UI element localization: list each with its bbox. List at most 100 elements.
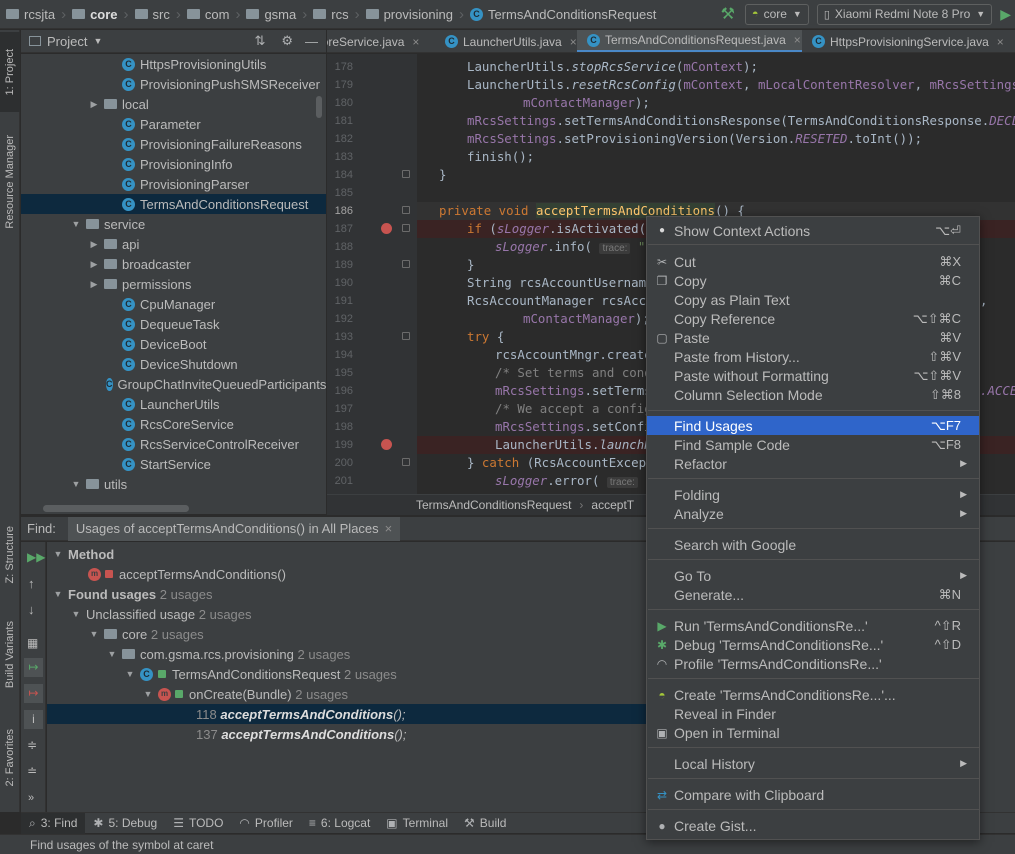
group-icon[interactable]: ▦ (27, 636, 38, 650)
menu-item-column-selection-mode[interactable]: Column Selection Mode ⇧⌘8 (647, 385, 979, 404)
menu-item-reveal-in-finder[interactable]: Reveal in Finder (647, 704, 979, 723)
fold-marker-icon[interactable] (402, 206, 410, 214)
menu-item-find-sample-code[interactable]: Find Sample Code ⌥F8 (647, 435, 979, 454)
usage-118[interactable]: 118 acceptTermsAndConditions (); (196, 704, 406, 724)
logcat-tool-button[interactable]: ≡ 6: Logcat (301, 813, 378, 834)
crumb-gsma[interactable]: gsma › (246, 0, 313, 29)
menu-item-local-history[interactable]: Local History ▶ (647, 754, 979, 773)
tree-item-provisioningparser[interactable]: C ProvisioningParser (21, 174, 326, 194)
tree-item-broadcaster[interactable]: ▶ broadcaster (21, 254, 326, 274)
crumb-class[interactable]: C TermsAndConditionsRequest (469, 0, 656, 29)
class-node[interactable]: ▼ C TermsAndConditionsRequest 2 usages (124, 664, 397, 684)
chevron-right-icon[interactable]: ▶ (88, 279, 100, 290)
menu-item-paste-without-formatting[interactable]: Paste without Formatting ⌥⇧⌘V (647, 366, 979, 385)
tree-item-termsandconditionsrequest[interactable]: C TermsAndConditionsRequest (21, 194, 326, 214)
tree-item-api[interactable]: ▶ api (21, 234, 326, 254)
rerun-icon[interactable]: ▶▶ (27, 550, 45, 564)
crumb-com[interactable]: com › (186, 0, 247, 29)
tree-item-permissions[interactable]: ▶ permissions (21, 274, 326, 294)
profiler-tool-button[interactable]: ◠ Profiler (231, 813, 301, 834)
menu-item-create-termsandconditionsre[interactable]: ◓ Create 'TermsAndConditionsRe...'... (647, 685, 979, 704)
tree-item-launcherutils[interactable]: C LauncherUtils (21, 394, 326, 414)
tree-item-service[interactable]: ▼ service (21, 214, 326, 234)
chevron-right-icon[interactable]: ▶ (88, 239, 100, 250)
menu-item-folding[interactable]: Folding ▶ (647, 485, 979, 504)
menu-item-profile-termsandconditionsre[interactable]: ◠ Profile 'TermsAndConditionsRe...' (647, 654, 979, 673)
close-icon[interactable]: × (385, 521, 393, 536)
unclassified-node[interactable]: ▼ Unclassified usage 2 usages (70, 604, 252, 624)
build-tool-button[interactable]: ⚒ Build (456, 813, 514, 834)
tree-item-startservice[interactable]: C StartService (21, 454, 326, 474)
crumb-rcsjta[interactable]: rcsjta › (6, 0, 72, 29)
find-tool-button[interactable]: ⌕ 3: Find (21, 812, 86, 834)
collapse-all-icon[interactable]: ≐ (27, 764, 37, 778)
show-read-icon[interactable]: ↦ (24, 658, 43, 677)
chevron-right-icon[interactable]: ▶ (88, 259, 100, 270)
arrow-up-icon[interactable]: ↑ (28, 576, 35, 591)
tree-item-provisioningpushsmsreceiver[interactable]: C ProvisioningPushSMSReceiver (21, 74, 326, 94)
tree-item-dequeuetask[interactable]: C DequeueTask (21, 314, 326, 334)
breakpoint-icon[interactable] (381, 439, 392, 450)
tree-item-parameter[interactable]: C Parameter (21, 114, 326, 134)
tree-item-provisioninginfo[interactable]: C ProvisioningInfo (21, 154, 326, 174)
menu-item-paste[interactable]: ▢ Paste ⌘V (647, 328, 979, 347)
tree-item-httpsprovisioningutils[interactable]: C HttpsProvisioningUtils (21, 54, 326, 74)
tree-item-provisioningfailurereasons[interactable]: C ProvisioningFailureReasons (21, 134, 326, 154)
usage-137[interactable]: 137 acceptTermsAndConditions (); (196, 724, 406, 744)
tree-item-cpumanager[interactable]: C CpuManager (21, 294, 326, 314)
breadcrumb-class[interactable]: TermsAndConditionsRequest (416, 498, 571, 512)
hide-panel-icon[interactable]: — (305, 34, 318, 49)
structure-tab[interactable]: Z: Structure (0, 510, 20, 600)
expand-all-icon[interactable]: ≑ (27, 738, 37, 752)
menu-item-analyze[interactable]: Analyze ▶ (647, 504, 979, 523)
menu-item-paste-from-history[interactable]: Paste from History... ⇧⌘V (647, 347, 979, 366)
tree-item-rcscoreservice[interactable]: C RcsCoreService (21, 414, 326, 434)
module-select[interactable]: ◓ core ▼ (744, 3, 809, 25)
menu-item-go-to[interactable]: Go To ▶ (647, 566, 979, 585)
tree-item-local[interactable]: ▶ local (21, 94, 326, 114)
chevron-down-icon[interactable]: ▼ (70, 219, 82, 229)
close-icon[interactable]: × (412, 35, 419, 49)
more-icon[interactable]: » (28, 792, 34, 804)
method-item[interactable]: m acceptTermsAndConditions() (88, 564, 286, 584)
chevron-right-icon[interactable]: ▶ (88, 99, 100, 110)
gear-icon[interactable]: ⚙ (281, 33, 293, 49)
menu-item-find-usages[interactable]: Find Usages ⌥F7 (647, 416, 979, 435)
fold-marker-icon[interactable] (402, 260, 410, 268)
close-icon[interactable]: × (794, 33, 801, 47)
device-select[interactable]: ▯ Xiaomi Redmi Note 8 Pro ▼ (816, 3, 993, 25)
collapse-all-icon[interactable]: ⇅ (254, 33, 265, 49)
tree-item-deviceboot[interactable]: C DeviceBoot (21, 334, 326, 354)
hammer-icon[interactable]: ⚒ (721, 4, 735, 24)
menu-item-copy-as-plain-text[interactable]: Copy as Plain Text (647, 290, 979, 309)
close-icon[interactable]: × (997, 35, 1004, 49)
fold-marker-icon[interactable] (402, 224, 410, 232)
menu-item-copy[interactable]: ❐ Copy ⌘C (647, 271, 979, 290)
breakpoint-icon[interactable] (381, 223, 392, 234)
menu-item-generate[interactable]: Generate... ⌘N (647, 585, 979, 604)
menu-item-refactor[interactable]: Refactor ▶ (647, 454, 979, 473)
tree-vscrollbar[interactable] (316, 96, 322, 118)
menu-item-search-with-google[interactable]: Search with Google (647, 535, 979, 554)
menu-item-copy-reference[interactable]: Copy Reference ⌥⇧⌘C (647, 309, 979, 328)
crumb-provisioning[interactable]: provisioning › (365, 0, 470, 29)
chevron-down-icon[interactable]: ▼ (70, 479, 82, 489)
menu-item-show-context-actions[interactable]: ● Show Context Actions ⌥⏎ (647, 221, 979, 240)
core-node[interactable]: ▼ core 2 usages (88, 624, 204, 644)
resource-manager-tab[interactable]: Resource Manager (0, 122, 20, 242)
tree-scrollbar[interactable] (43, 505, 189, 512)
fold-marker-icon[interactable] (402, 332, 410, 340)
chevron-down-icon[interactable]: ▼ (93, 36, 102, 46)
menu-item-open-in-terminal[interactable]: ▣ Open in Terminal (647, 723, 979, 742)
todo-tool-button[interactable]: ☰ TODO (165, 813, 231, 834)
debug-tool-button[interactable]: ✱ 5: Debug (85, 813, 165, 834)
terminal-tool-button[interactable]: ▣ Terminal (378, 813, 456, 834)
find-results-tab[interactable]: Usages of acceptTermsAndConditions() in … (67, 516, 401, 541)
found-usages-node[interactable]: ▼ Found usages 2 usages (52, 584, 213, 604)
oncreate-node[interactable]: ▼ m onCreate(Bundle) 2 usages (142, 684, 348, 704)
project-tool-tab[interactable]: 1: Project (0, 32, 20, 112)
menu-item-run-termsandconditionsre[interactable]: ▶ Run 'TermsAndConditionsRe...' ^⇧R (647, 616, 979, 635)
close-icon[interactable]: × (570, 35, 577, 49)
run-icon[interactable]: ▶ (1000, 6, 1011, 23)
tab-termsandconditionsrequest[interactable]: C TermsAndConditionsRequest.java × (577, 30, 802, 52)
